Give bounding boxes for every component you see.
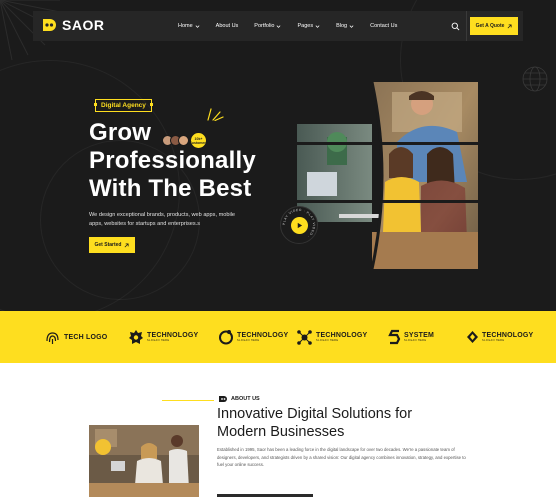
get-quote-button[interactable]: Get A Quote [470,17,518,35]
hero-description: We design exceptional brands, products, … [89,212,236,227]
arrow-up-right-icon [125,242,130,247]
customer-avatars: 10k+ Customers [162,133,208,148]
client-logo-tag: SLOGAN HERE [316,339,339,342]
client-logo-name: TECHNOLOGY [147,332,199,339]
nav-item-label: Pages [297,23,314,29]
globe-decoration [522,66,548,92]
nav-item-about[interactable]: About Us [216,23,239,29]
client-logo: SYSTEM SLOGAN HERE [388,311,434,363]
about-text: Established in 1995, Saor has been a lea… [217,447,466,467]
client-logo-name: TECHNOLOGY [237,332,289,339]
brand-mark-icon [219,396,227,402]
about-accent-line [162,400,214,401]
hero-headline: Grow Professionally With The Best [89,119,256,203]
get-quote-label: Get A Quote [475,23,505,29]
hero-photo-collage [297,82,478,269]
client-logo-tag: SLOGAN HERE [404,339,427,342]
get-started-button[interactable]: Get Started [89,237,135,253]
client-logo: TECHNOLOGY SLOGAN HERE [296,311,367,363]
ring-icon [219,330,233,345]
gear-icon [129,330,143,344]
about-title-line: Innovative Digital Solutions for [217,406,413,422]
client-logo-tag: SLOGAN HERE [147,339,170,342]
brand-name: SAOR [62,17,105,33]
about-label: ABOUT US [219,396,260,402]
brand-logo[interactable]: SAOR [41,17,104,33]
nav-item-label: Portfolio [254,23,275,29]
nav-item-pages[interactable]: Pages [297,23,320,29]
headline-line: With The Best [89,175,252,202]
client-logo-name: TECHNOLOGY [316,332,368,339]
nav-item-label: Contact Us [370,23,398,29]
nav-item-blog[interactable]: Blog [336,23,354,29]
fingerprint-icon [46,331,59,344]
client-logo-tag: SLOGAN HERE [482,339,505,342]
nav-item-home[interactable]: Home [178,23,200,29]
client-logo: TECHNOLOGY SLOGAN HERE [218,311,288,363]
get-started-label: Get Started [94,242,122,248]
navbar: SAOR Home About Us Portfolio Pages Blog [33,11,523,41]
diamond-icon [467,331,478,343]
client-logo: TECH LOGO [44,311,107,363]
chevron-down-icon [195,24,200,28]
chevron-down-icon [315,24,320,28]
nav-item-portfolio[interactable]: Portfolio [254,23,281,29]
client-logo-name: TECH LOGO [64,333,108,341]
client-logo-name: SYSTEM [404,332,434,339]
play-video-button[interactable]: PLAY VIDEO · PLAY VIDEO · [280,206,318,244]
avatar [178,135,189,146]
client-logo: TECHNOLOGY SLOGAN HERE [128,311,198,363]
customers-badge: 10k+ Customers [189,133,208,148]
search-icon [451,22,459,30]
play-ring-text: PLAY VIDEO · PLAY VIDEO · [282,208,316,239]
about-photo [89,425,199,497]
molecule-icon [297,329,312,345]
hero-section: SAOR Home About Us Portfolio Pages Blog [0,0,556,311]
nav-item-label: About Us [215,23,239,29]
brand-mark-icon [43,19,56,31]
about-label-text: ABOUT US [231,396,260,402]
client-logo-tag: SLOGAN HERE [237,339,260,342]
about-title-line: Modern Businesses [217,424,345,440]
hero-badge: Digital Agency [94,99,153,112]
nav-item-contact[interactable]: Contact Us [370,23,397,29]
client-logo-name: TECHNOLOGY [482,332,534,339]
nav-item-label: Blog [336,23,348,29]
chevron-down-icon [277,24,281,28]
main-nav: Home About Us Portfolio Pages Blog Conta… [178,11,413,41]
search-button[interactable] [447,18,463,34]
chevron-down-icon [349,24,354,28]
nav-item-label: Home [178,23,193,29]
headline-line: Professionally [89,147,256,174]
client-logo: TECHNOLOGY SLOGAN HERE [466,311,533,363]
client-logo-strip: TECH LOGO TECHNOLOGY SLOGAN HERE TECHNOL… [0,311,556,363]
s-shape-icon [388,329,401,345]
nav-divider [466,11,467,41]
about-title: Innovative Digital Solutions for Modern … [217,405,477,441]
svg-text:PLAY VIDEO · PLAY VIDEO ·: PLAY VIDEO · PLAY VIDEO · [282,208,316,239]
arrow-up-right-icon [507,23,512,28]
